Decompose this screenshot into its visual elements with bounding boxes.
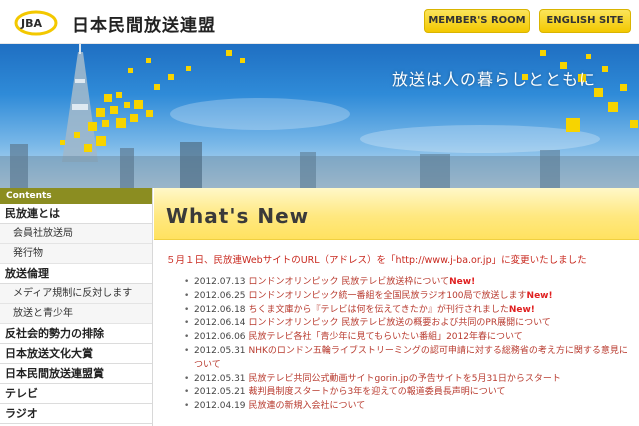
sidebar-item-publications[interactable]: 発行物 — [0, 244, 152, 264]
sidebar-nav: Contents 民放連とは 会員社放送局 発行物 放送倫理 メディア規制に反対… — [0, 188, 153, 426]
news-item: 2012.06.06民放テレビ各社「青少年に見てもらいたい番組」2012年春につ… — [184, 331, 634, 345]
sidebar-item-broadcast-ethics[interactable]: 放送倫理 — [0, 264, 152, 284]
main-content: What's New ５月１日、民放連WebサイトのURL（アドレス）を「htt… — [154, 188, 639, 426]
news-item: 2012.06.14ロンドンオリンピック 民放テレビ放送の概要および共同のPR展… — [184, 317, 634, 331]
news-link[interactable]: 民放連の新規入会社について — [249, 401, 366, 411]
site-logo-text[interactable]: 日本民間放送連盟 — [72, 11, 216, 36]
sidebar-item-radio[interactable]: ラジオ — [0, 404, 152, 424]
news-link[interactable]: ちくま文庫から『テレビは何を伝えてきたか』が刊行されました — [249, 305, 509, 315]
news-date: 2012.05.31 — [194, 345, 246, 356]
members-room-button[interactable]: MEMBER'S ROOM — [424, 9, 530, 33]
news-date: 2012.05.21 — [194, 387, 246, 398]
news-link[interactable]: ロンドンオリンピック 民放テレビ放送枠について — [249, 277, 450, 287]
sidebar-item-member-stations[interactable]: 会員社放送局 — [0, 224, 152, 244]
sidebar-item-culture-award[interactable]: 日本放送文化大賞 — [0, 344, 152, 364]
new-badge: New! — [508, 304, 535, 315]
sidebar-item-media-regulation[interactable]: メディア規制に反対します — [0, 284, 152, 304]
news-item: 2012.05.31民放テレビ共同公式動画サイトgorin.jpの予告サイトを5… — [184, 373, 634, 387]
news-link[interactable]: ロンドンオリンピック統一番組を全国民放ラジオ100局で放送します — [249, 291, 527, 301]
logo-mark-text: JBA — [20, 17, 42, 30]
news-item: 2012.04.19民放連の新規入会社について — [184, 400, 634, 414]
news-date: 2012.06.25 — [194, 290, 246, 301]
title-band: What's New — [154, 188, 639, 240]
new-badge: New! — [449, 277, 476, 287]
banner-tagline: 放送は人の暮らしとともに — [392, 70, 597, 89]
sidebar-header: Contents — [0, 188, 152, 204]
news-date: 2012.06.06 — [194, 332, 246, 343]
sidebar-item-youth[interactable]: 放送と青少年 — [0, 304, 152, 324]
news-link[interactable]: 民放テレビ共同公式動画サイトgorin.jpの予告サイトを5月31日からスタート — [249, 374, 561, 384]
news-date: 2012.06.14 — [194, 318, 246, 329]
news-date: 2012.06.18 — [194, 304, 246, 315]
new-badge: New! — [526, 290, 553, 301]
news-item: 2012.06.25ロンドンオリンピック統一番組を全国民放ラジオ100局で放送し… — [184, 290, 634, 304]
news-item: 2012.07.13ロンドンオリンピック 民放テレビ放送枠についてNew! — [184, 276, 634, 290]
news-link[interactable]: ロンドンオリンピック 民放テレビ放送の概要および共同のPR展開について — [249, 318, 551, 328]
news-link[interactable]: NHKのロンドン五輪ライブストリーミングの認可申請に対する総務省の考え方に関する… — [194, 346, 628, 370]
news-item: 2012.05.31NHKのロンドン五輪ライブストリーミングの認可申請に対する総… — [184, 345, 634, 373]
news-link[interactable]: 民放テレビ各社「青少年に見てもらいたい番組」2012年春について — [249, 332, 523, 342]
news-date: 2012.04.19 — [194, 401, 246, 412]
sidebar-item-tv[interactable]: テレビ — [0, 384, 152, 404]
news-link[interactable]: 裁判員制度スタートから3年を迎えての報道委員長声明について — [249, 387, 506, 397]
sidebar-item-antisocial[interactable]: 反社会的勢力の排除 — [0, 324, 152, 344]
news-item: 2012.06.18ちくま文庫から『テレビは何を伝えてきたか』が刊行されましたN… — [184, 304, 634, 318]
english-site-button[interactable]: ENGLISH SITE — [539, 9, 631, 33]
sidebar-item-jba-award[interactable]: 日本民間放送連盟賞 — [0, 364, 152, 384]
jba-logo-icon[interactable]: JBA — [14, 8, 58, 36]
url-change-notice: ５月１日、民放連WebサイトのURL（アドレス）を「http://www.j-b… — [166, 255, 587, 266]
news-date: 2012.07.13 — [194, 277, 246, 287]
page-title: What's New — [166, 204, 310, 228]
news-item: 2012.05.21裁判員制度スタートから3年を迎えての報道委員長声明について — [184, 386, 634, 400]
news-date: 2012.05.31 — [194, 373, 246, 384]
hero-banner: 放送は人の暮らしとともに — [0, 44, 639, 188]
site-header: JBA 日本民間放送連盟 MEMBER'S ROOM ENGLISH SITE — [0, 0, 639, 44]
sidebar-item-about[interactable]: 民放連とは — [0, 204, 152, 224]
news-list: 2012.07.13ロンドンオリンピック 民放テレビ放送枠についてNew! 20… — [184, 276, 634, 414]
